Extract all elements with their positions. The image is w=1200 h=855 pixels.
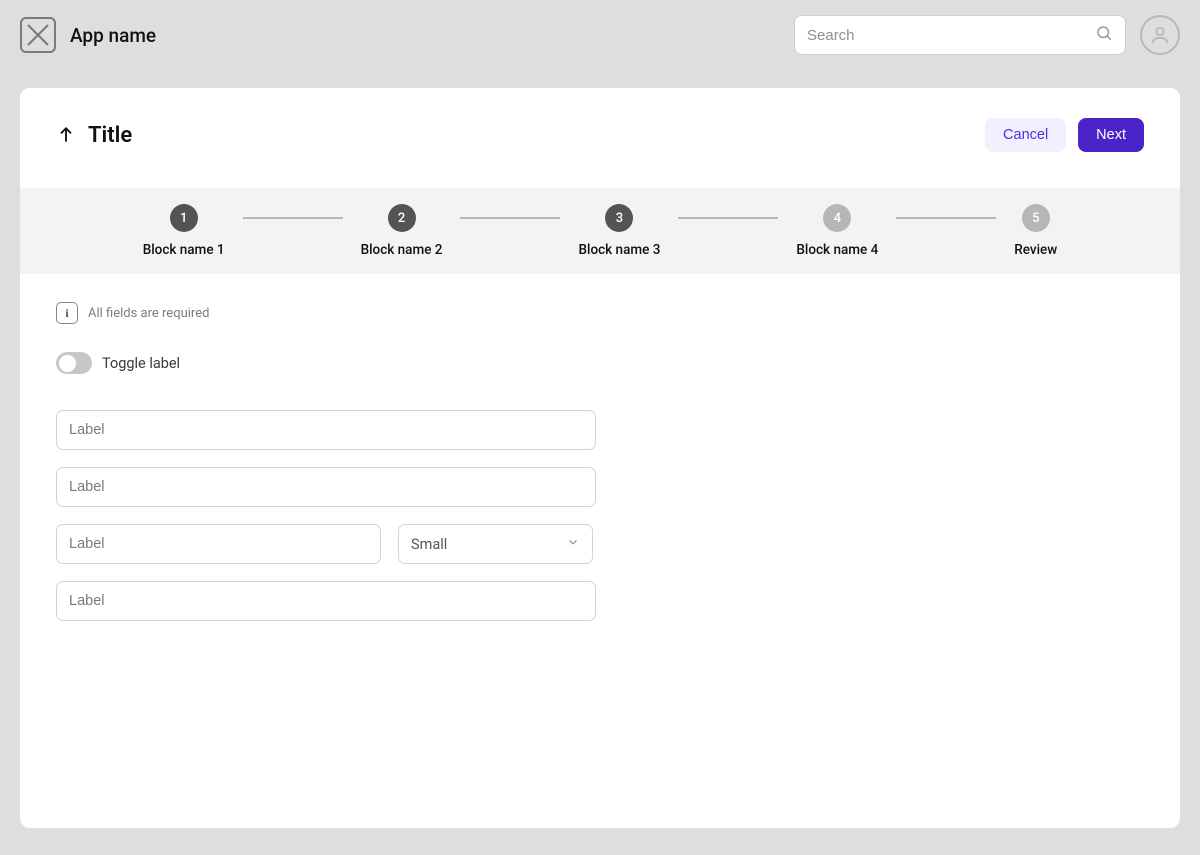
topbar: App name [0,0,1200,70]
app-logo [20,17,56,53]
page-title: Title [88,123,132,148]
toggle-knob [59,355,76,372]
step-label: Block name 4 [796,242,878,258]
step-label: Block name 3 [578,242,660,258]
step-circle: 4 [823,204,851,232]
main-card: Title Cancel Next 1 Block name 1 2 Block… [20,88,1180,828]
step-connector [243,217,343,219]
info-icon: i [56,302,78,324]
select-value: Small [411,536,447,553]
search-field-wrap[interactable] [794,15,1126,55]
step-connector [678,217,778,219]
avatar[interactable] [1140,15,1180,55]
search-icon [1095,24,1113,46]
card-header: Title Cancel Next [20,88,1180,188]
step-circle: 2 [388,204,416,232]
info-text: All fields are required [88,306,209,321]
form-area: i All fields are required Toggle label S… [20,274,1180,649]
app-name: App name [70,24,780,47]
arrow-up-icon[interactable] [56,125,76,145]
stepper: 1 Block name 1 2 Block name 2 3 Block na… [20,188,1180,274]
field-1[interactable] [56,410,596,450]
step-connector [896,217,996,219]
field-2[interactable] [56,467,596,507]
size-select[interactable]: Small [398,524,593,564]
stepper-step-1[interactable]: 1 Block name 1 [143,204,225,258]
toggle-row: Toggle label [56,352,1144,374]
chevron-down-icon [566,535,580,553]
step-circle: 1 [170,204,198,232]
step-label: Block name 2 [361,242,443,258]
step-label: Block name 1 [143,242,225,258]
stepper-step-5[interactable]: 5 Review [1014,204,1057,258]
step-label: Review [1014,242,1057,258]
cancel-button[interactable]: Cancel [985,118,1066,152]
step-connector [460,217,560,219]
fields: Small [56,410,596,621]
field-3[interactable] [56,524,381,564]
search-input[interactable] [807,27,1095,44]
title-group: Title [56,123,132,148]
next-button[interactable]: Next [1078,118,1144,152]
stepper-step-3[interactable]: 3 Block name 3 [578,204,660,258]
stepper-step-2[interactable]: 2 Block name 2 [361,204,443,258]
stepper-step-4[interactable]: 4 Block name 4 [796,204,878,258]
step-circle: 5 [1022,204,1050,232]
info-row: i All fields are required [56,302,1144,324]
action-buttons: Cancel Next [985,118,1144,152]
field-4[interactable] [56,581,596,621]
toggle-label: Toggle label [102,355,180,372]
step-circle: 3 [605,204,633,232]
toggle-switch[interactable] [56,352,92,374]
